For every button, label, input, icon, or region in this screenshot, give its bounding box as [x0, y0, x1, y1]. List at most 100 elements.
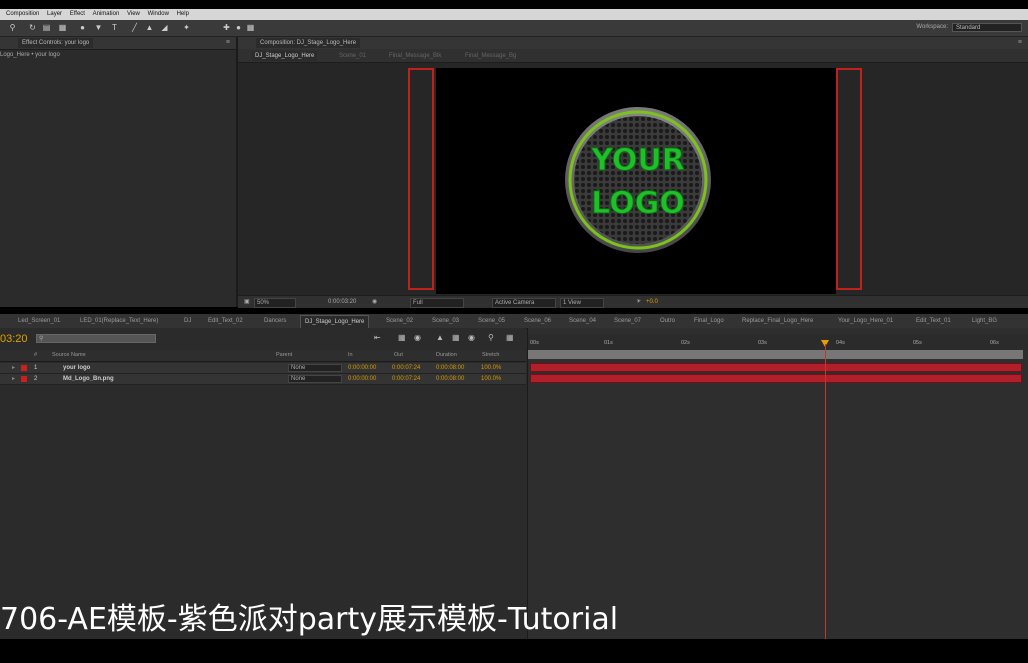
graph-editor-icon[interactable]: ⚲: [488, 333, 494, 342]
rotate-tool-icon[interactable]: ↻: [28, 23, 37, 32]
parent-dropdown[interactable]: None: [288, 375, 342, 383]
current-time-field[interactable]: 0:00:03:20: [326, 298, 358, 306]
frame-blend-icon[interactable]: ▦: [452, 333, 460, 342]
tl-tab[interactable]: Scene_07: [614, 317, 641, 325]
layer-name[interactable]: Md_Logo_Bn.png: [63, 375, 114, 383]
view-layout-dropdown[interactable]: 1 View: [560, 298, 604, 308]
menu-animation[interactable]: Animation: [93, 9, 120, 20]
header-parent[interactable]: Parent: [276, 352, 292, 358]
work-area-bar[interactable]: [528, 350, 1023, 359]
subtab-scene01[interactable]: Scene_01: [336, 51, 369, 61]
resolution-dropdown[interactable]: Full: [410, 298, 464, 308]
axis-tool-icon[interactable]: ✚: [222, 23, 231, 32]
menu-effect[interactable]: Effect: [70, 9, 85, 20]
menu-layer[interactable]: Layer: [47, 9, 62, 20]
snapshot-icon[interactable]: ◉: [370, 298, 379, 306]
draft-3d-icon[interactable]: ◉: [414, 333, 421, 342]
playhead-line: [825, 344, 826, 644]
tl-tab[interactable]: Your_Logo_Here_01: [838, 317, 893, 325]
tl-tab-active[interactable]: DJ_Stage_Logo_Here: [300, 315, 370, 328]
expand-arrow-icon[interactable]: ▸: [12, 364, 15, 372]
time-ruler[interactable]: 00s 01s 02s 03s 04s 05s 06s: [528, 334, 1028, 350]
live-update-icon[interactable]: ▦: [398, 333, 406, 342]
motion-blur-icon[interactable]: ◉: [468, 333, 475, 342]
effect-controls-tab[interactable]: Effect Controls: your logo: [18, 38, 94, 48]
eraser-tool-icon[interactable]: ◢: [160, 23, 169, 32]
always-preview-icon[interactable]: ▣: [242, 298, 252, 306]
camera-tool-icon[interactable]: ▤: [42, 23, 51, 32]
workspace-dropdown[interactable]: Standard: [952, 23, 1022, 32]
snap-icon[interactable]: ●: [234, 23, 243, 32]
tl-tab[interactable]: DJ: [184, 317, 191, 325]
subtab-final-message-bg[interactable]: Final_Message_Bg: [462, 51, 519, 61]
tl-tab[interactable]: Scene_02: [386, 317, 413, 325]
shy-icon[interactable]: ▲: [436, 333, 444, 342]
puppet-tool-icon[interactable]: ✦: [182, 23, 191, 32]
tl-tab[interactable]: Scene_06: [524, 317, 551, 325]
subtab-dj-stage[interactable]: DJ_Stage_Logo_Here: [252, 51, 318, 61]
timeline-search-input[interactable]: ⚲: [36, 334, 156, 343]
header-out[interactable]: Out: [394, 352, 403, 358]
layer-in[interactable]: 0:00:00:00: [348, 375, 376, 383]
composition-tab[interactable]: Composition: DJ_Stage_Logo_Here: [256, 38, 361, 48]
brainstorm-icon[interactable]: ▦: [506, 333, 514, 342]
layer-name[interactable]: your logo: [63, 364, 90, 372]
header-source-name[interactable]: Source Name: [52, 352, 86, 358]
zoom-tool-icon[interactable]: ⚲: [8, 23, 17, 32]
layer-row[interactable]: ▸ 2 Md_Logo_Bn.png None 0:00:00:00 0:00:…: [0, 374, 526, 385]
timeline-graph-area[interactable]: 00s 01s 02s 03s 04s 05s 06s: [527, 328, 1028, 644]
brush-tool-icon[interactable]: ╱: [130, 23, 139, 32]
header-in[interactable]: In: [348, 352, 353, 358]
tl-tab[interactable]: LED_01(Replace_Text_Here): [80, 317, 158, 325]
tl-tab[interactable]: Outro: [660, 317, 675, 325]
layer-in[interactable]: 0:00:00:00: [348, 364, 376, 372]
tl-tab[interactable]: Edit_Text_02: [208, 317, 243, 325]
tl-tab[interactable]: Light_BG: [972, 317, 997, 325]
tl-tab[interactable]: Scene_04: [569, 317, 596, 325]
tl-tab[interactable]: Led_Screen_01: [18, 317, 60, 325]
menu-view[interactable]: View: [127, 9, 140, 20]
pen-tool-icon[interactable]: ▼: [94, 23, 103, 32]
timeline-timecode[interactable]: 03:20: [0, 333, 28, 345]
exposure-value[interactable]: +0.0: [644, 298, 660, 306]
composition-footer: ▣ 50% 0:00:03:20 ◉ Full Active Camera 1 …: [238, 295, 1028, 308]
header-stretch[interactable]: Stretch: [482, 352, 499, 358]
composition-viewer[interactable]: YOUR LOGO: [238, 63, 1028, 295]
stamp-tool-icon[interactable]: ▲: [145, 23, 154, 32]
mask-tool-icon[interactable]: ●: [78, 23, 87, 32]
expand-arrow-icon[interactable]: ▸: [12, 375, 15, 383]
tl-tab[interactable]: Scene_05: [478, 317, 505, 325]
tl-tab[interactable]: Final_Logo: [694, 317, 724, 325]
pan-behind-tool-icon[interactable]: ▦: [58, 23, 67, 32]
tl-tab[interactable]: Scene_03: [432, 317, 459, 325]
layer-duration-bar[interactable]: [530, 374, 1022, 383]
zoom-dropdown[interactable]: 50%: [254, 298, 296, 308]
layer-duration-bar[interactable]: [530, 363, 1022, 372]
layer-out[interactable]: 0:00:07:24: [392, 364, 420, 372]
parent-dropdown[interactable]: None: [288, 364, 342, 372]
label-color-swatch[interactable]: [21, 365, 27, 371]
tl-tab[interactable]: Dancers: [264, 317, 286, 325]
tl-tab[interactable]: Edit_Text_01: [916, 317, 951, 325]
comp-mini-flowchart-icon[interactable]: ⇤: [374, 333, 381, 342]
layer-out[interactable]: 0:00:07:24: [392, 375, 420, 383]
panel-menu-icon[interactable]: ≡: [226, 39, 230, 46]
layer-duration[interactable]: 0:00:08:00: [436, 364, 464, 372]
tl-tab[interactable]: Replace_Final_Logo_Here: [742, 317, 813, 325]
type-tool-icon[interactable]: T: [110, 23, 119, 32]
layer-stretch[interactable]: 100.0%: [481, 364, 501, 372]
subtab-final-message-blk[interactable]: Final_Message_Blk: [386, 51, 444, 61]
menu-composition[interactable]: Composition: [6, 9, 39, 20]
layer-row[interactable]: ▸ 1 your logo None 0:00:00:00 0:00:07:24…: [0, 363, 526, 374]
layer-stretch[interactable]: 100.0%: [481, 375, 501, 383]
layer-duration[interactable]: 0:00:08:00: [436, 375, 464, 383]
exposure-icon[interactable]: ☀: [634, 298, 643, 306]
camera-dropdown[interactable]: Active Camera: [492, 298, 556, 308]
menu-window[interactable]: Window: [148, 9, 169, 20]
header-duration[interactable]: Duration: [436, 352, 457, 358]
menu-help[interactable]: Help: [177, 9, 189, 20]
grid-icon[interactable]: ▦: [246, 23, 255, 32]
composition-canvas[interactable]: YOUR LOGO: [436, 68, 836, 294]
panel-menu-icon[interactable]: ≡: [1018, 39, 1022, 46]
label-color-swatch[interactable]: [21, 376, 27, 382]
